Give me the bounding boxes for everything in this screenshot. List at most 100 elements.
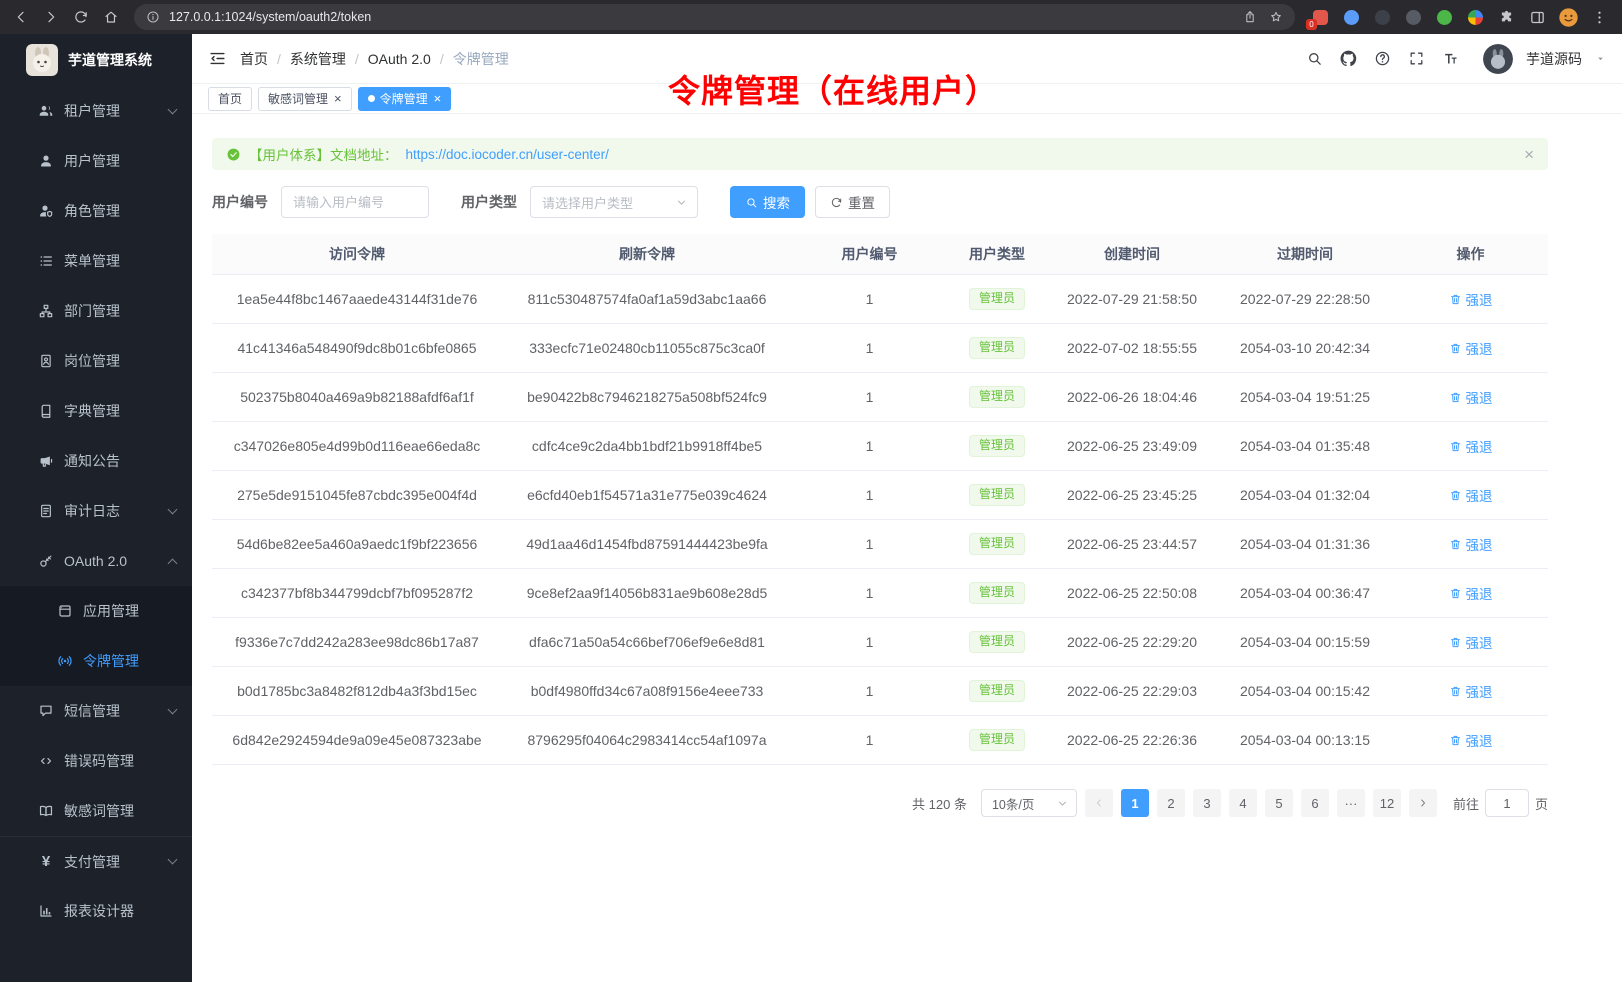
sidebar-item[interactable]: 令牌管理 — [0, 636, 192, 686]
td-action: 强退 — [1393, 373, 1548, 421]
share-icon[interactable] — [1243, 10, 1257, 24]
ext-green-icon[interactable] — [1433, 6, 1455, 28]
user-type-badge: 管理员 — [969, 337, 1025, 359]
sidebar-item[interactable]: 用户管理 — [0, 136, 192, 186]
pay-icon: ¥ — [38, 854, 54, 870]
caret-down-icon[interactable] — [1595, 53, 1606, 64]
goto-group: 前往 页 — [1453, 789, 1548, 817]
trash-icon — [1449, 538, 1462, 551]
force-logout-button[interactable]: 强退 — [1449, 387, 1493, 407]
force-logout-button[interactable]: 强退 — [1449, 681, 1493, 701]
sidebar-item-label: 应用管理 — [83, 601, 176, 621]
github-icon[interactable] — [1334, 45, 1362, 73]
page-size-select[interactable]: 10条/页 — [981, 789, 1077, 817]
page-button[interactable]: 4 — [1229, 789, 1257, 817]
page-button[interactable]: 6 — [1301, 789, 1329, 817]
ext-rainbow-icon[interactable] — [1464, 6, 1486, 28]
sidepanel-icon[interactable] — [1526, 6, 1548, 28]
back-icon[interactable] — [8, 4, 34, 30]
force-logout-button[interactable]: 强退 — [1449, 583, 1493, 603]
sidebar-item[interactable]: 菜单管理 — [0, 236, 192, 286]
prev-page-button[interactable] — [1085, 789, 1113, 817]
ext-blue-icon[interactable] — [1340, 6, 1362, 28]
home-icon[interactable] — [98, 4, 124, 30]
sidebar-item[interactable]: 审计日志 — [0, 486, 192, 536]
next-page-button[interactable] — [1409, 789, 1437, 817]
sidebar-item[interactable]: 岗位管理 — [0, 336, 192, 386]
sidebar-item[interactable]: 租户管理 — [0, 86, 192, 136]
search-button[interactable]: 搜索 — [730, 186, 805, 218]
search-icon[interactable] — [1300, 45, 1328, 73]
tab-item[interactable]: 首页 — [208, 87, 252, 111]
chevron-right-icon — [1417, 797, 1429, 809]
dept-icon — [38, 303, 54, 319]
collapse-sidebar-icon[interactable] — [208, 49, 227, 68]
force-logout-button[interactable]: 强退 — [1449, 730, 1493, 750]
td-user-id: 1 — [792, 275, 947, 323]
force-logout-button[interactable]: 强退 — [1449, 534, 1493, 554]
app-logo[interactable]: 芋道管理系统 — [0, 34, 192, 86]
username[interactable]: 芋道源码 — [1526, 49, 1582, 69]
force-logout-button[interactable]: 强退 — [1449, 338, 1493, 358]
td-access-token: f9336e7c7dd242a283ee98dc86b17a87 — [212, 618, 502, 666]
sidebar-item-label: OAuth 2.0 — [64, 553, 159, 569]
page-button[interactable]: 1 — [1121, 789, 1149, 817]
sidebar-item[interactable]: 部门管理 — [0, 286, 192, 336]
td-refresh-token: 333ecfc71e02480cb11055c875c3ca0f — [502, 324, 792, 372]
force-logout-button[interactable]: 强退 — [1449, 485, 1493, 505]
page-button[interactable]: 5 — [1265, 789, 1293, 817]
page-button[interactable]: 12 — [1373, 789, 1401, 817]
td-access-token: 41c41346a548490f9dc8b01c6bfe0865 — [212, 324, 502, 372]
page-button[interactable]: 2 — [1157, 789, 1185, 817]
address-bar[interactable]: 127.0.0.1:1024/system/oauth2/token — [134, 4, 1295, 30]
sidebar-item[interactable]: 应用管理 — [0, 586, 192, 636]
goto-page-input[interactable] — [1485, 789, 1529, 817]
sidebar-item[interactable]: OAuth 2.0 — [0, 536, 192, 586]
ext-dark2-icon[interactable] — [1402, 6, 1424, 28]
refresh-icon[interactable] — [68, 4, 94, 30]
oauth-icon — [38, 553, 54, 569]
alert-doc-link[interactable]: https://doc.iocoder.cn/user-center/ — [406, 147, 609, 162]
sidebar-item-label: 字典管理 — [64, 401, 176, 421]
tab-close-icon[interactable]: × — [434, 92, 442, 105]
alert-close-icon[interactable]: × — [1524, 146, 1534, 163]
table-row: b0d1785bc3a8482f812db4a3f3bd15ecb0df4980… — [212, 667, 1548, 716]
puzzle-icon[interactable] — [1495, 6, 1517, 28]
tab-item[interactable]: 令牌管理× — [358, 87, 452, 111]
bookmark-star-icon[interactable] — [1269, 10, 1283, 24]
reset-button[interactable]: 重置 — [815, 186, 890, 218]
trash-icon — [1449, 342, 1462, 355]
fullscreen-icon[interactable] — [1402, 45, 1430, 73]
forward-icon[interactable] — [38, 4, 64, 30]
profile-avatar-icon[interactable] — [1557, 6, 1579, 28]
menu-dots-icon[interactable] — [1588, 6, 1610, 28]
tab-close-icon[interactable]: × — [334, 92, 342, 105]
ext-dark-icon[interactable] — [1371, 6, 1393, 28]
user-avatar[interactable] — [1483, 44, 1513, 74]
sidebar-item[interactable]: 角色管理 — [0, 186, 192, 236]
user-type-badge: 管理员 — [969, 435, 1025, 457]
chevron-down-icon — [168, 855, 178, 865]
font-size-icon[interactable] — [1436, 45, 1464, 73]
sidebar-item[interactable]: 报表设计器 — [0, 886, 192, 936]
sidebar-item[interactable]: 短信管理 — [0, 686, 192, 736]
info-icon[interactable] — [146, 10, 160, 24]
force-logout-button[interactable]: 强退 — [1449, 632, 1493, 652]
sidebar-item[interactable]: 错误码管理 — [0, 736, 192, 786]
ext-red-icon[interactable]: 0 — [1309, 6, 1331, 28]
sidebar-item[interactable]: 字典管理 — [0, 386, 192, 436]
page-button[interactable]: 3 — [1193, 789, 1221, 817]
sidebar-item[interactable]: ¥支付管理 — [0, 836, 192, 886]
breadcrumb-item[interactable]: 系统管理 — [290, 49, 346, 69]
help-icon[interactable] — [1368, 45, 1396, 73]
user-id-input[interactable] — [281, 186, 429, 218]
sidebar-item[interactable]: 通知公告 — [0, 436, 192, 486]
breadcrumb-item[interactable]: 首页 — [240, 49, 268, 69]
force-logout-button[interactable]: 强退 — [1449, 436, 1493, 456]
user-type-select[interactable]: 请选择用户类型 — [530, 186, 698, 218]
breadcrumb-item[interactable]: OAuth 2.0 — [368, 51, 431, 67]
sidebar-item[interactable]: 敏感词管理 — [0, 786, 192, 836]
pager-more-button[interactable]: ··· — [1337, 789, 1365, 817]
tab-item[interactable]: 敏感词管理× — [258, 87, 352, 111]
force-logout-button[interactable]: 强退 — [1449, 289, 1493, 309]
